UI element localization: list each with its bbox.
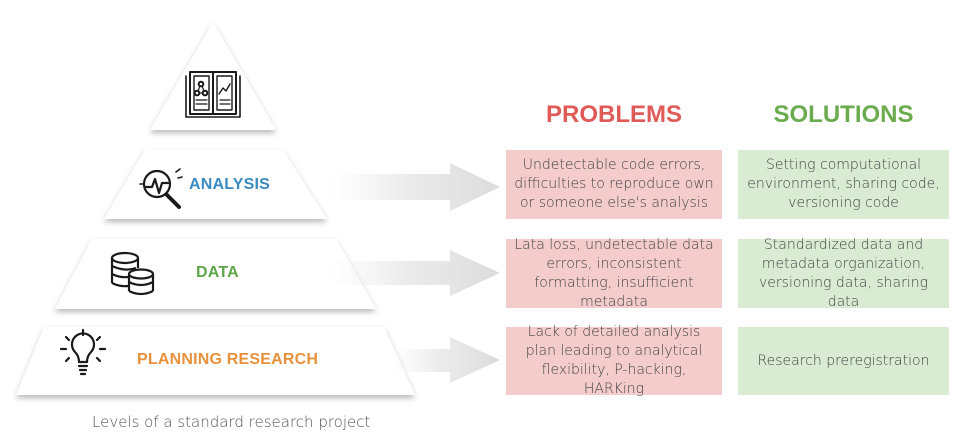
solution-box-data: Standardized data and metadata organizat… — [738, 237, 949, 310]
solutions-heading: SOLUTIONS — [773, 101, 914, 128]
level-label-analysis: ANALYSIS — [189, 176, 271, 193]
book-chart-icon — [185, 71, 241, 118]
arrow-analysis — [330, 163, 500, 211]
level-label-planning: PLANNING RESEARCH — [137, 351, 319, 368]
solution-box-planning: Research preregistration — [738, 327, 949, 395]
pyramid-caption: Levels of a standard research project — [92, 413, 371, 431]
problems-heading: PROBLEMS — [545, 101, 682, 128]
problem-box-data: Lata loss, undetectable data errors, inc… — [506, 237, 722, 310]
solution-box-analysis: Setting computational environment, shari… — [738, 150, 949, 219]
problem-box-planning: Lack of detailed analysis plan leading t… — [506, 324, 722, 397]
arrow-planning — [392, 337, 500, 383]
problem-box-analysis: Undetectable code errors, difficulties t… — [506, 150, 722, 219]
level-label-data: DATA — [196, 264, 239, 281]
